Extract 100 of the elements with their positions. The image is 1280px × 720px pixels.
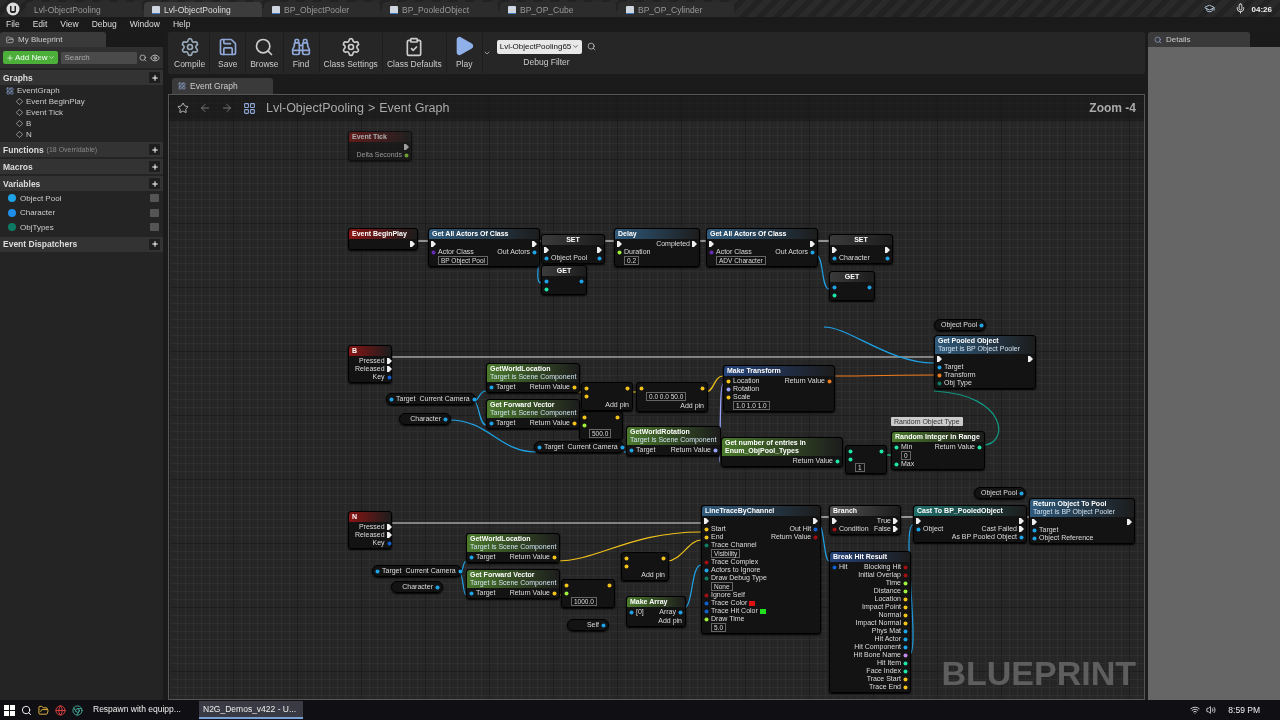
pin-icon[interactable] [704,526,709,532]
pin-icon[interactable] [832,292,837,298]
pin-icon[interactable] [489,420,494,426]
search-field[interactable]: Search [61,51,137,64]
menu-item[interactable]: Window [129,19,160,29]
search-icon[interactable] [587,42,597,51]
microphone-icon[interactable] [1234,3,1246,14]
document-tab[interactable]: BP_OP_Cylinder [618,2,734,17]
pin-icon[interactable] [678,609,683,615]
browser-icon[interactable] [72,704,83,716]
pin-icon[interactable] [584,393,589,399]
pin-icon[interactable] [597,255,602,261]
search-icon[interactable] [21,704,32,716]
pin-icon[interactable] [572,420,577,426]
caret-icon[interactable] [482,49,491,57]
pin-icon[interactable] [726,386,731,392]
network-icon[interactable] [1190,705,1201,715]
exec-pin-icon[interactable] [410,241,415,247]
graduation-cap-icon[interactable] [1203,3,1215,14]
pin-icon[interactable] [827,378,832,384]
pin-icon[interactable] [867,284,872,290]
variable-item[interactable]: Character [20,208,56,218]
pin-icon[interactable] [903,580,908,586]
exec-pin-icon[interactable] [1019,518,1024,524]
pin-icon[interactable] [552,554,557,560]
pin-icon[interactable] [979,322,985,328]
tree-item[interactable]: B [26,119,32,128]
taskbar-window[interactable]: Respawn with equipp... [89,701,193,719]
pin-icon[interactable] [894,444,899,450]
pin-icon[interactable] [977,444,982,450]
pin-icon[interactable] [832,255,837,261]
pin-icon[interactable] [457,568,463,574]
menu-item[interactable]: Help [172,19,191,29]
pin-icon[interactable] [544,255,549,261]
section-header[interactable]: Macros [0,159,163,174]
pin-icon[interactable] [617,249,622,255]
exec-pin-icon[interactable] [1028,356,1033,362]
exec-pin-icon[interactable] [893,518,898,524]
browse-button[interactable]: Browse [246,33,284,73]
exec-pin-icon[interactable] [813,518,819,524]
pin-icon[interactable] [810,249,815,255]
pin-icon[interactable] [624,555,629,561]
pin-icon[interactable] [469,590,474,596]
exec-pin-icon[interactable] [1019,526,1024,532]
pin-icon[interactable] [903,676,908,682]
back-icon[interactable] [199,102,211,114]
variable-item[interactable]: Object Pool [20,193,62,203]
pin-icon[interactable] [572,384,577,390]
pin-icon[interactable] [607,582,612,588]
menu-item[interactable]: View [60,19,79,29]
exec-pin-icon[interactable] [885,247,890,253]
pin-icon[interactable] [564,582,569,588]
pin-icon[interactable] [832,284,837,290]
tree-item[interactable]: Event BeginPlay [26,97,85,106]
pin-icon[interactable] [584,385,589,391]
exec-pin-icon[interactable] [386,524,392,530]
breadcrumb-item[interactable]: Lvl-ObjectPooling [266,101,364,115]
color-swatch[interactable] [749,600,756,606]
pin-icon[interactable] [903,596,908,602]
add-icon[interactable] [149,238,160,250]
taskbar-window[interactable]: N2G_Demos_v422 - U... [199,701,303,719]
menu-item[interactable]: Debug [91,19,117,29]
exec-pin-icon[interactable] [916,518,921,524]
pin-icon[interactable] [629,609,634,615]
folder-icon[interactable] [38,704,49,716]
tree-item[interactable]: N [26,130,32,139]
pin-icon[interactable] [835,458,840,464]
pin-icon[interactable] [879,448,884,454]
exec-pin-icon[interactable] [704,518,709,524]
pin-icon[interactable] [469,554,474,560]
pin-icon[interactable] [726,394,731,400]
exec-pin-icon[interactable] [386,366,392,372]
pin-icon[interactable] [848,448,853,454]
add-icon[interactable] [149,72,160,83]
compile-button[interactable]: Compile [170,33,211,73]
pin-icon[interactable] [537,444,542,450]
eye-icon[interactable] [150,52,160,63]
pin-icon[interactable] [726,378,731,384]
color-swatch[interactable] [759,608,766,614]
class-settings-button[interactable]: Class Settings [319,33,383,73]
pin-icon[interactable] [564,590,569,596]
save-button[interactable]: Save [210,33,247,73]
details-tab[interactable]: Details [1148,32,1250,47]
pin-icon[interactable] [619,444,625,450]
pin-icon[interactable] [443,416,448,422]
pin-icon[interactable] [624,563,629,569]
exec-pin-icon[interactable] [386,358,392,364]
section-header[interactable]: Variables [0,176,163,191]
pin-icon[interactable] [661,555,666,561]
my-blueprint-tab[interactable]: My Blueprint [0,32,106,47]
pin-icon[interactable] [848,456,853,462]
exec-pin-icon[interactable] [893,526,898,532]
pin-icon[interactable] [625,385,630,391]
pin-icon[interactable] [582,422,587,428]
section-header[interactable]: Graphs [0,70,163,85]
exec-pin-icon[interactable] [544,247,549,253]
pin-icon[interactable] [903,644,908,650]
add-icon[interactable] [149,161,160,172]
pin-icon[interactable] [471,396,477,402]
pin-icon[interactable] [903,588,908,594]
